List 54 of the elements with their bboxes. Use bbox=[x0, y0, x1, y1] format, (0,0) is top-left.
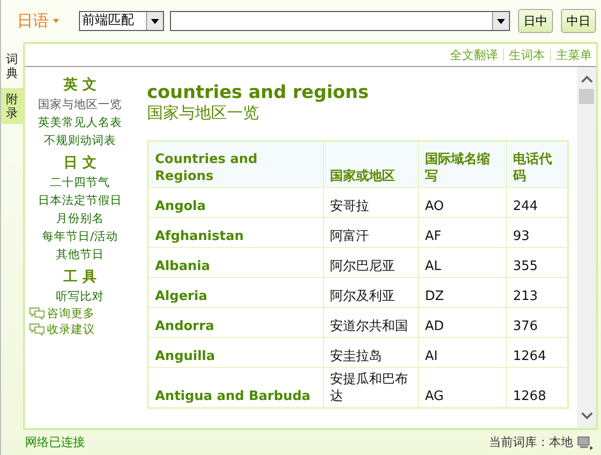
column-header: 国际域名缩写 bbox=[418, 141, 506, 188]
table-cell: AI bbox=[418, 338, 506, 368]
sidebar-item[interactable]: 英美常见人名表 bbox=[38, 113, 122, 131]
table-cell: 安圭拉岛 bbox=[324, 338, 418, 368]
search-field[interactable] bbox=[170, 11, 510, 31]
direction-button[interactable]: 中日 bbox=[561, 9, 596, 33]
sidebar-link[interactable]: 咨询更多 bbox=[47, 305, 95, 321]
connection-status: 网络已连接 bbox=[25, 434, 85, 451]
table-cell: 阿尔巴尼亚 bbox=[324, 248, 418, 278]
sidebar-item[interactable]: 二十四节气 bbox=[50, 173, 110, 191]
match-mode-dropdown[interactable]: 前端匹配 bbox=[79, 11, 164, 31]
sidebar-item[interactable]: 其他节日 bbox=[56, 245, 104, 263]
scroll-thumb[interactable] bbox=[579, 89, 594, 104]
column-header: Countries and Regions bbox=[148, 141, 324, 188]
table-cell: AF bbox=[418, 218, 506, 248]
caret-icon bbox=[53, 19, 59, 23]
table-cell: Afghanistan bbox=[148, 218, 324, 248]
direction-button[interactable]: 日中 bbox=[518, 9, 553, 33]
sidebar-item[interactable]: 听写比对 bbox=[56, 287, 104, 305]
table-cell: Angola bbox=[148, 188, 324, 218]
column-header: 国家或地区 bbox=[324, 141, 418, 188]
table-cell: AO bbox=[418, 188, 506, 218]
table-cell: Anguilla bbox=[148, 338, 324, 368]
scroll-down-icon[interactable] bbox=[580, 412, 592, 420]
speech-bubbles-icon bbox=[29, 322, 45, 336]
sidebar-item[interactable]: 每年节日/活动 bbox=[42, 227, 118, 245]
side-tab[interactable]: 附录 bbox=[1, 88, 23, 124]
table-cell: 阿尔及利亚 bbox=[324, 278, 418, 308]
table-cell: 安哥拉 bbox=[324, 188, 418, 218]
monitor-icon[interactable] bbox=[577, 436, 593, 450]
side-tab[interactable]: 词典 bbox=[1, 48, 23, 84]
section-heading: 工 具 bbox=[64, 268, 96, 287]
table-cell: DZ bbox=[418, 278, 506, 308]
sidebar-item[interactable]: 不规则动词表 bbox=[44, 131, 116, 149]
scrollbar[interactable] bbox=[577, 67, 596, 428]
column-header: 电话代码 bbox=[506, 141, 568, 188]
table-cell: 阿富汗 bbox=[324, 218, 418, 248]
section-heading: 日 文 bbox=[64, 154, 96, 173]
table-cell: AL bbox=[418, 248, 506, 278]
section-heading: 英 文 bbox=[64, 76, 96, 95]
table-cell: Andorra bbox=[148, 308, 324, 338]
sidebar-link[interactable]: 收录建议 bbox=[47, 321, 95, 337]
table-cell: Algeria bbox=[148, 278, 324, 308]
table-cell: Albania bbox=[148, 248, 324, 278]
sidebar-item[interactable]: 国家与地区一览 bbox=[38, 95, 122, 113]
table-cell: AD bbox=[418, 308, 506, 338]
table-cell: 安道尔共和国 bbox=[324, 308, 418, 338]
page-subtitle: 国家与地区一览 bbox=[147, 103, 260, 123]
speech-bubbles-icon bbox=[29, 306, 45, 320]
sidebar-item[interactable]: 月份别名 bbox=[56, 209, 104, 227]
library-status: 当前词库：本地 bbox=[489, 434, 573, 451]
page-title: countries and regions bbox=[147, 83, 370, 103]
sidebar-item[interactable]: 日本法定节假日 bbox=[38, 191, 122, 209]
scroll-up-icon[interactable] bbox=[580, 75, 592, 83]
